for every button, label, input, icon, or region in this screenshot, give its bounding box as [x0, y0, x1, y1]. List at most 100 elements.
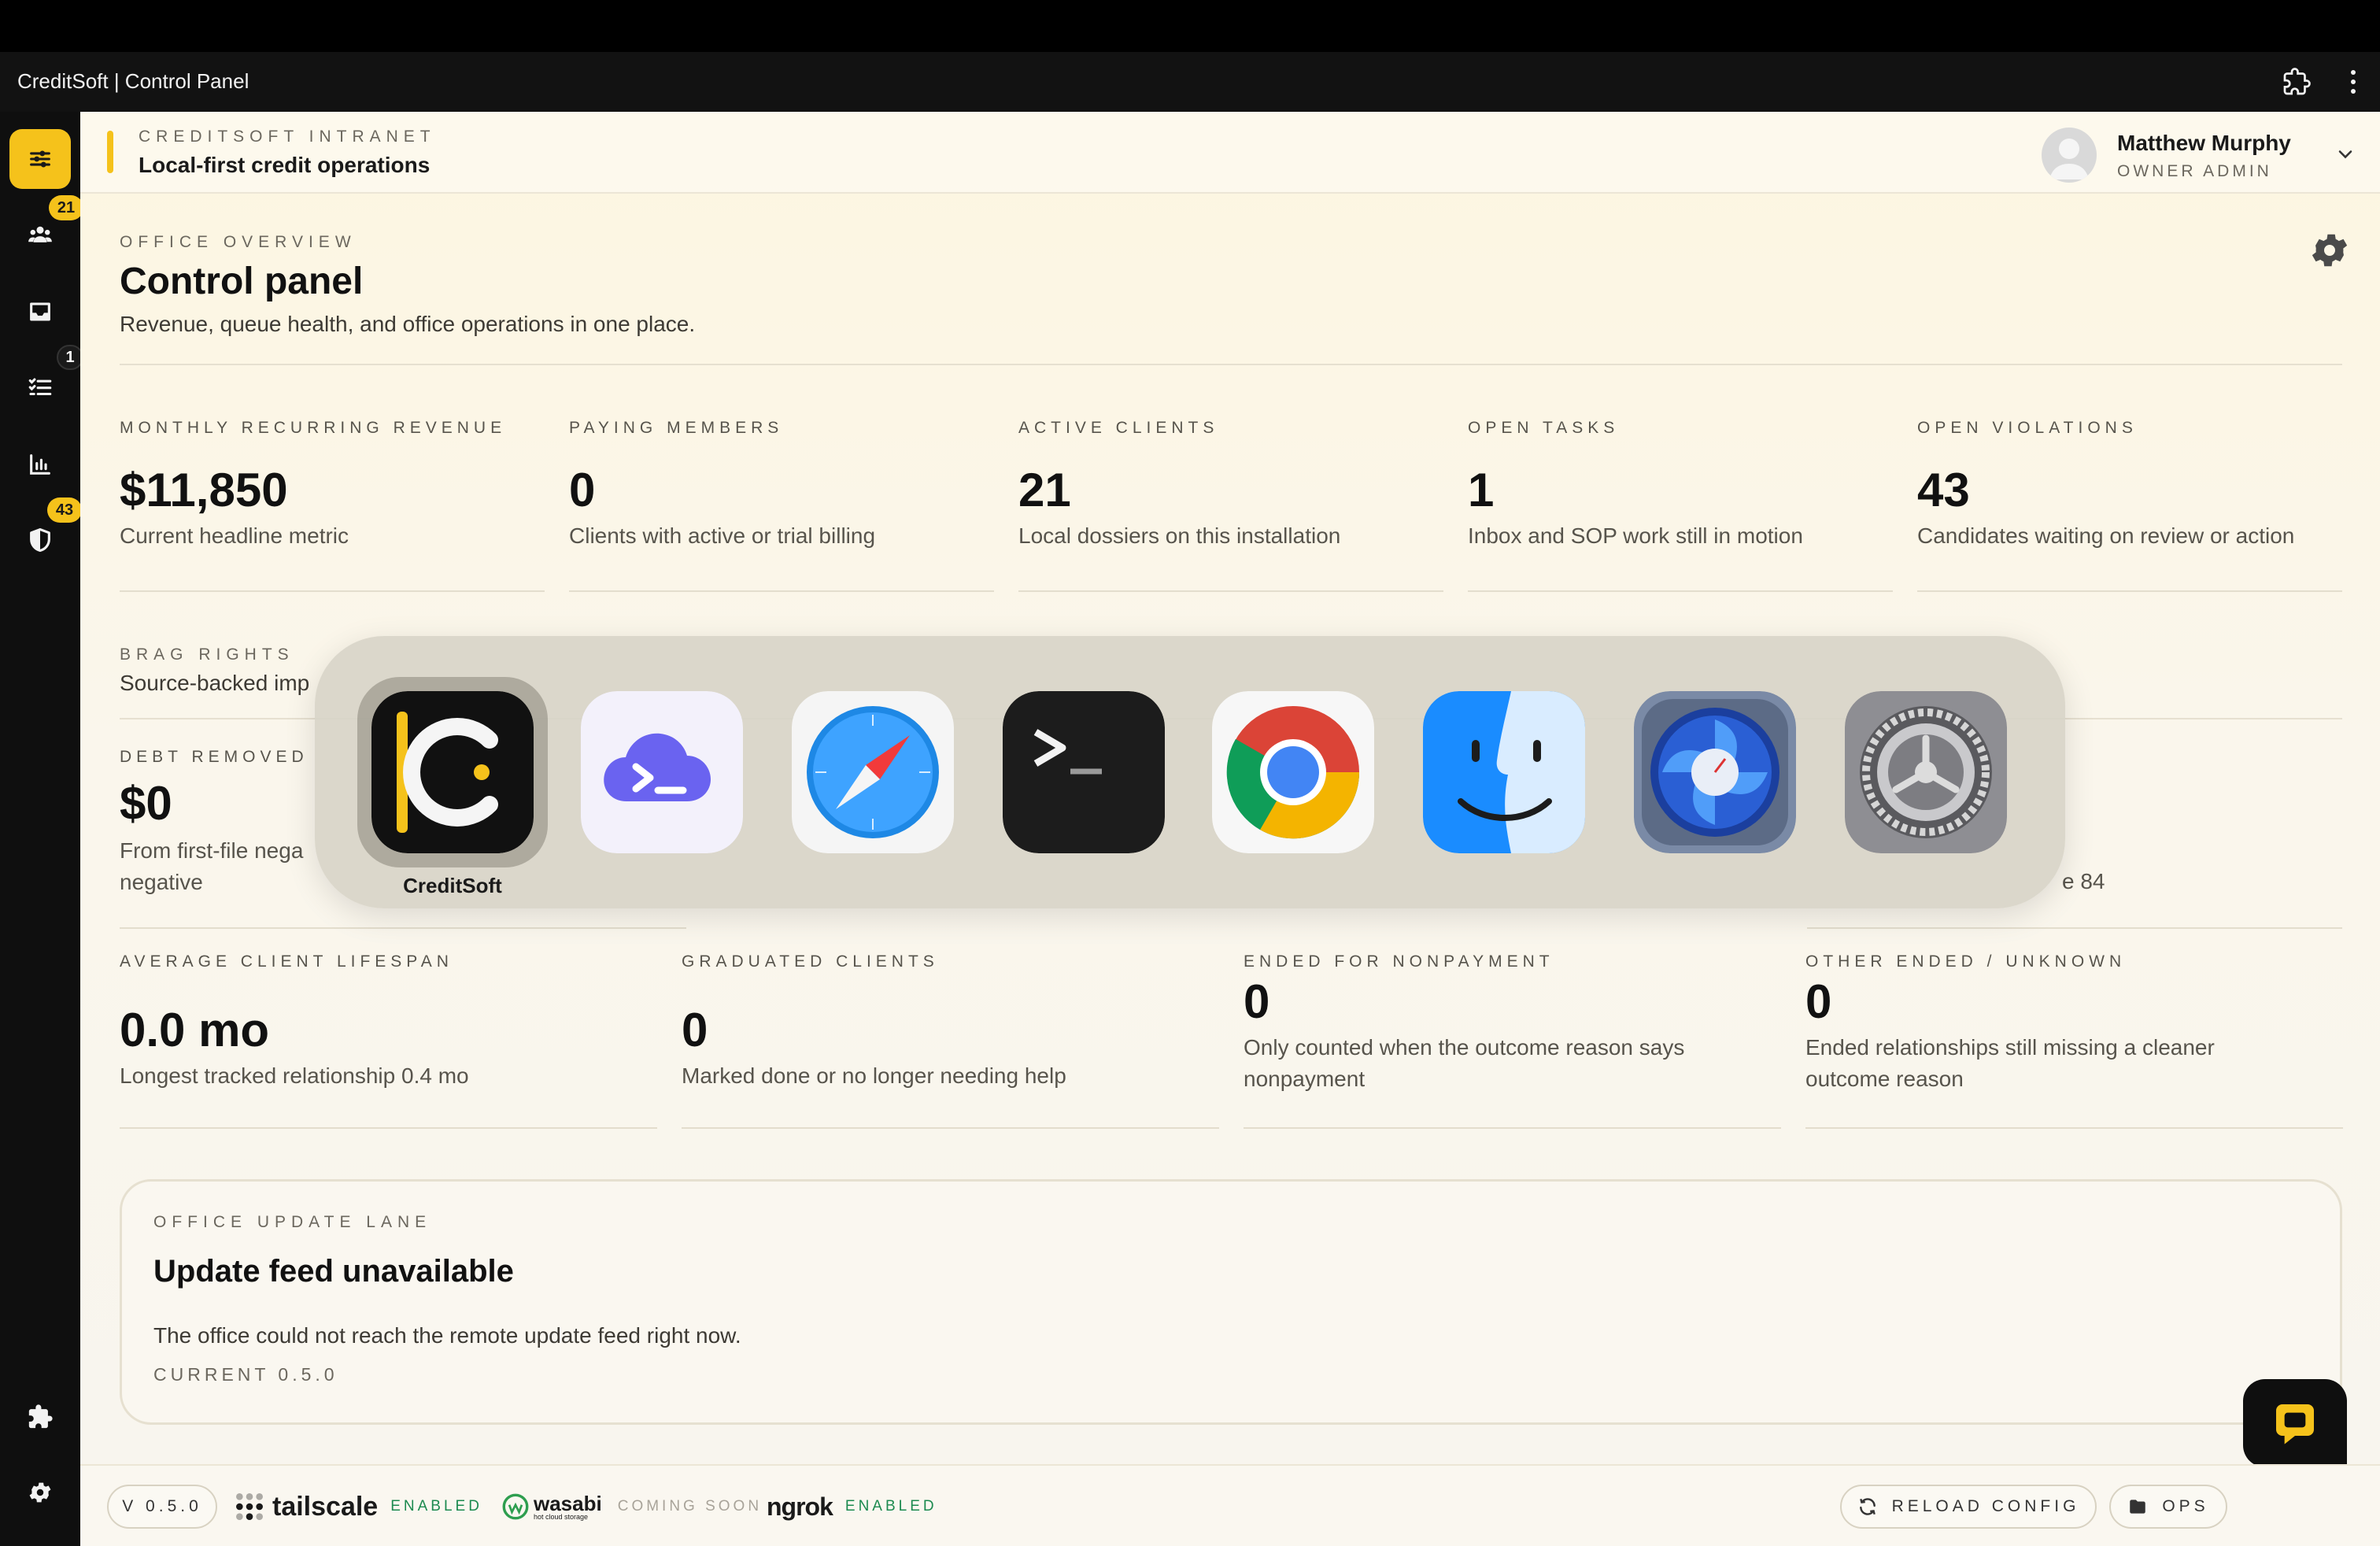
stat-value: 21 — [1018, 464, 1071, 516]
chat-icon — [2276, 1404, 2314, 1444]
update-card: OFFICE UPDATE LANE Update feed unavailab… — [120, 1179, 2342, 1425]
overview-eyebrow: OFFICE OVERVIEW — [120, 233, 357, 251]
stat-label: ENDED FOR NONPAYMENT — [1244, 952, 1554, 971]
stat-open-violations: OPEN VIOLATIONS 43 Candidates waiting on… — [1917, 419, 2342, 592]
app-switcher-selected-label: CreditSoft — [403, 874, 502, 897]
app-terminal-icon[interactable] — [1003, 691, 1165, 853]
page-description: Revenue, queue health, and office operat… — [120, 312, 696, 336]
stat-open-tasks: OPEN TASKS 1 Inbox and SOP work still in… — [1468, 419, 1893, 592]
stat-ended-nonpayment: ENDED FOR NONPAYMENT 0 Only counted when… — [1244, 952, 1781, 1129]
sliders-icon — [30, 150, 50, 168]
service-wasabi: wasabi hot cloud storage COMING SOON — [502, 1489, 762, 1524]
stat-description: Clients with active or trial billing — [569, 523, 876, 548]
tailscale-logo-icon — [236, 1493, 263, 1520]
extension-icon[interactable] — [2282, 68, 2311, 96]
user-name: Matthew Murphy — [2117, 131, 2291, 155]
user-menu[interactable]: Matthew Murphy OWNER ADMIN — [2042, 123, 2356, 183]
more-options-icon[interactable] — [2347, 68, 2360, 96]
page-title: Control panel — [120, 261, 364, 302]
service-tailscale: tailscale ENABLED — [235, 1489, 482, 1524]
user-role: OWNER ADMIN — [2117, 162, 2272, 180]
sidebar-item-integrations[interactable] — [9, 1387, 71, 1447]
stat-graduated-clients: GRADUATED CLIENTS 0 Marked done or no lo… — [682, 952, 1219, 1129]
service-ngrok: ngrok ENABLED — [767, 1489, 937, 1524]
wasabi-tagline: hot cloud storage — [534, 1512, 589, 1521]
wasabi-status: COMING SOON — [617, 1498, 763, 1515]
stat-label: AVERAGE CLIENT LIFESPAN — [120, 952, 453, 971]
stat-description: Longest tracked relationship 0.4 mo — [120, 1063, 469, 1088]
window-title: CreditSoft | Control Panel — [17, 69, 249, 93]
stat-label: OPEN VIOLATIONS — [1917, 419, 2138, 437]
stat-description: Only counted when the outcome reason say… — [1244, 1035, 1685, 1091]
stat-description: Local dossiers on this installation — [1018, 523, 1341, 548]
gear-icon — [29, 1482, 51, 1503]
tailscale-logo: tailscale — [272, 1491, 379, 1522]
update-title: Update feed unavailable — [153, 1254, 514, 1289]
ngrok-logo: ngrok — [767, 1492, 833, 1521]
app-terminal-cloud-icon[interactable] — [581, 691, 743, 853]
stat-label: ACTIVE CLIENTS — [1018, 419, 1219, 437]
chevron-down-icon — [2338, 150, 2352, 159]
reload-config-button[interactable]: RELOAD CONFIG — [1840, 1485, 2097, 1529]
sidebar-item-inbox[interactable] — [9, 282, 71, 342]
users-icon — [28, 226, 52, 242]
update-eyebrow: OFFICE UPDATE LANE — [153, 1213, 432, 1231]
header-subtitle: Local-first credit operations — [139, 153, 431, 177]
violations-count-badge: 43 — [47, 497, 82, 523]
stat-rule — [120, 927, 686, 929]
stat-value: 43 — [1917, 464, 1970, 516]
app-safari-icon[interactable] — [792, 691, 954, 853]
sidebar-item-reports[interactable] — [9, 435, 71, 494]
stat-rule — [1468, 590, 1893, 592]
app-system-settings-icon[interactable] — [1845, 691, 2007, 853]
app-creditsoft-icon[interactable] — [371, 691, 534, 853]
brag-eyebrow: BRAG RIGHTS — [120, 645, 294, 664]
ops-button[interactable]: OPS — [2109, 1485, 2227, 1529]
header-eyebrow: CREDITSOFT INTRANET — [139, 128, 436, 146]
stat-rule — [682, 1127, 1219, 1129]
stat-other-ended: OTHER ENDED / UNKNOWN 0 Ended relationsh… — [1805, 952, 2343, 1129]
stat-rule — [120, 590, 545, 592]
update-description: The office could not reach the remote up… — [153, 1323, 741, 1348]
puzzle-icon — [28, 1404, 53, 1429]
inbox-icon — [30, 302, 50, 321]
tasks-count-badge: 1 — [57, 345, 83, 370]
avatar — [2042, 128, 2097, 183]
stat-value: 0.0 mo — [120, 1004, 270, 1056]
stat-rule — [120, 1127, 657, 1129]
sidebar-item-control-panel[interactable] — [9, 129, 71, 189]
ops-label: OPS — [2162, 1497, 2209, 1515]
stat-rule — [1805, 1127, 2343, 1129]
shield-icon — [30, 527, 50, 553]
stat-description: Current headline metric — [120, 523, 349, 548]
chat-launcher-button[interactable] — [2243, 1379, 2347, 1467]
app-switcher: CreditSoft — [315, 636, 2065, 908]
header-accent-bar — [107, 131, 113, 173]
tailscale-status: ENABLED — [390, 1498, 482, 1515]
window-title-bar: CreditSoft | Control Panel — [0, 52, 2380, 112]
panel-settings-icon[interactable] — [2308, 228, 2352, 272]
stat-paying-members: PAYING MEMBERS 0 Clients with active or … — [569, 419, 994, 592]
folder-icon — [2130, 1500, 2146, 1514]
footer: V 0.5.0 tailscale ENABLED wasabi hot clo… — [80, 1464, 2380, 1546]
stat-rule — [1917, 590, 2342, 592]
reload-config-label: RELOAD CONFIG — [1891, 1497, 2080, 1515]
app-fan-control-icon[interactable] — [1634, 691, 1796, 853]
stat-description: Ended relationships still missing a clea… — [1805, 1035, 2215, 1091]
sidebar-item-settings[interactable] — [9, 1463, 71, 1522]
partial-stat-text: e 84 — [2062, 869, 2105, 893]
stat-rule — [1244, 1127, 1781, 1129]
stat-value: 0 — [569, 464, 596, 516]
stat-label: PAYING MEMBERS — [569, 419, 784, 437]
app-finder-icon[interactable] — [1423, 691, 1585, 853]
stat-description: Candidates waiting on review or action — [1917, 523, 2295, 548]
bar-chart-icon — [30, 454, 50, 475]
version-pill: V 0.5.0 — [107, 1485, 217, 1529]
stat-mrr: MONTHLY RECURRING REVENUE $11,850 Curren… — [120, 419, 545, 592]
checklist-icon — [28, 378, 52, 396]
stat-label: GRADUATED CLIENTS — [682, 952, 939, 971]
wasabi-name: wasabi — [534, 1491, 602, 1515]
app-header: CREDITSOFT INTRANET Local-first credit o… — [80, 112, 2380, 194]
app-chrome-icon[interactable] — [1212, 691, 1374, 853]
wasabi-logo: wasabi hot cloud storage — [534, 1493, 602, 1521]
